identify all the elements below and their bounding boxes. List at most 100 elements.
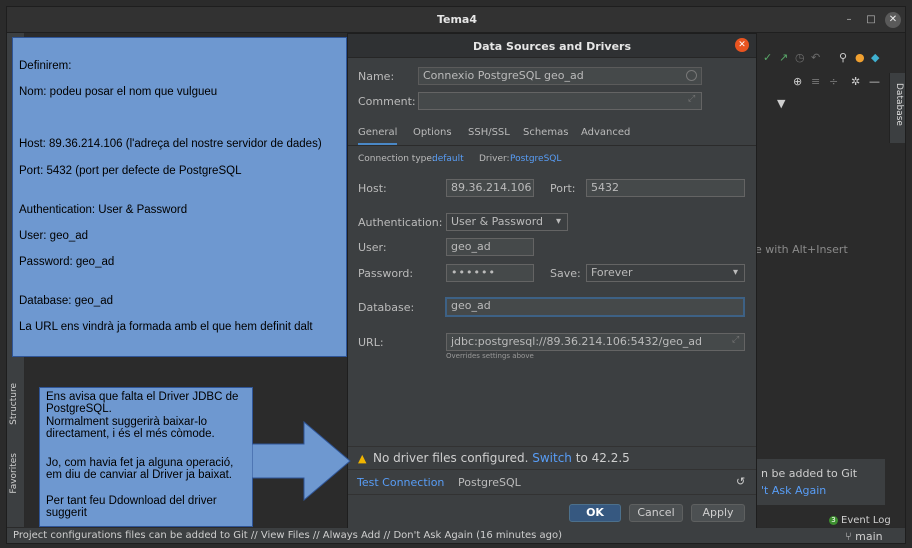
- tab-advanced[interactable]: Advanced: [581, 127, 630, 138]
- structure-tab[interactable]: Structure: [9, 383, 19, 425]
- apply-button[interactable]: Apply: [691, 504, 745, 522]
- comment-label: Comment:: [358, 95, 416, 108]
- database-side-tab[interactable]: Database: [889, 73, 905, 143]
- authentication-select[interactable]: User & Password: [446, 213, 568, 231]
- port-input[interactable]: 5432: [586, 179, 745, 197]
- minimize-button[interactable]: –: [841, 12, 857, 28]
- port-label: Port:: [550, 182, 576, 195]
- host-input[interactable]: 89.36.214.106: [446, 179, 534, 197]
- gear-icon[interactable]: ✲: [851, 75, 860, 88]
- test-connection-link[interactable]: Test Connection: [357, 476, 444, 489]
- authentication-label: Authentication:: [358, 216, 443, 229]
- right-toolbar: ↙ ✓ ↗ ◷ ↶ ⚲ ● ◆: [747, 51, 897, 71]
- dialog-titlebar: Data Sources and Drivers ✕: [348, 34, 756, 58]
- annotation-line: La URL ens vindrà ja formada amb el que …: [19, 321, 313, 333]
- name-input[interactable]: Connexio PostgreSQL geo_ad: [418, 67, 702, 85]
- dialog-title: Data Sources and Drivers: [472, 40, 632, 53]
- annotation-line: Jo, com havia fet ja alguna operació, em…: [46, 457, 234, 481]
- annotation-line: Nom: podeu posar el nom que vulgueu: [19, 86, 218, 98]
- annotation-line: Password: geo_ad: [19, 256, 115, 268]
- branch-icon: ⑂: [845, 530, 856, 543]
- git-notification: n be added to Git 't Ask Again: [757, 459, 885, 505]
- user-label: User:: [358, 241, 387, 254]
- annotation-line: Normalment suggerirà baixar-lo directame…: [46, 416, 215, 440]
- annotation-box-settings: Definirem: Nom: podeu posar el nom que v…: [12, 37, 347, 357]
- event-log-count: 3: [829, 515, 838, 525]
- event-log-label: Event Log: [841, 515, 891, 526]
- url-input[interactable]: jdbc:postgresql://89.36.214.106:5432/geo…: [446, 333, 745, 351]
- event-log[interactable]: 3 Event Log: [829, 515, 891, 526]
- globe-icon[interactable]: ⊕: [793, 75, 802, 88]
- hide-icon[interactable]: —: [869, 75, 880, 88]
- git-branch[interactable]: ⑂ main: [845, 530, 883, 543]
- status-text[interactable]: Project configurations files can be adde…: [13, 530, 562, 541]
- warning-message: No driver files configured. Switch to 42…: [373, 451, 630, 465]
- annotation-line: Database: geo_ad: [19, 295, 113, 307]
- driver-link[interactable]: PostgreSQL: [510, 154, 561, 164]
- expand-comment-icon[interactable]: ⤢: [688, 94, 695, 104]
- dialog-bottom-bar: Test Connection PostgreSQL ↺: [348, 470, 756, 494]
- tab-general[interactable]: General: [358, 127, 398, 145]
- comment-input[interactable]: [418, 92, 702, 110]
- branch-label: main: [855, 530, 883, 543]
- tab-ssh-ssl[interactable]: SSH/SSL: [468, 127, 510, 138]
- annotation-line: Port: 5432 (port per defecte de PostgreS…: [19, 165, 242, 177]
- push-icon[interactable]: ↗: [779, 51, 788, 64]
- database-input[interactable]: geo_ad: [445, 297, 745, 317]
- check-icon[interactable]: ✓: [763, 51, 772, 64]
- annotation-line: User: geo_ad: [19, 230, 89, 242]
- name-label: Name:: [358, 70, 395, 83]
- window-titlebar: Tema4 – □ ✕: [7, 7, 905, 33]
- dialog-tabs: General Options SSH/SSL Schemas Advanced: [348, 122, 756, 146]
- update-icon[interactable]: ●: [855, 51, 865, 64]
- status-bar: Project configurations files can be adde…: [7, 527, 905, 543]
- ok-button[interactable]: OK: [569, 504, 621, 522]
- warning-text: No driver files configured.: [373, 451, 529, 465]
- database-label: Database:: [358, 301, 415, 314]
- password-label: Password:: [358, 267, 414, 280]
- plugin-icon[interactable]: ◆: [871, 51, 879, 64]
- window-close-button[interactable]: ✕: [885, 12, 901, 28]
- annotation-line: Ens avisa que falta el Driver JDBC de Po…: [46, 391, 239, 415]
- connection-type-link[interactable]: default: [432, 154, 464, 164]
- background-hint: e with Alt+Insert: [755, 243, 848, 256]
- data-sources-dialog: Data Sources and Drivers ✕ Name: Connexi…: [347, 33, 757, 528]
- annotation-box-driver: Ens avisa que falta el Driver JDBC de Po…: [39, 387, 253, 527]
- driver-warning: ▲ No driver files configured. Switch to …: [348, 446, 756, 470]
- driver-name: PostgreSQL: [458, 476, 521, 489]
- undo-icon[interactable]: ↶: [811, 51, 820, 64]
- dont-ask-again-link[interactable]: 't Ask Again: [761, 484, 826, 497]
- expand-url-icon[interactable]: ⤢: [732, 335, 739, 345]
- annotation-line: Definirem:: [19, 60, 72, 72]
- notification-text: n be added to Git: [761, 467, 858, 480]
- favorites-tab[interactable]: Favorites: [9, 453, 19, 494]
- dialog-buttons: OK Cancel Apply: [348, 494, 756, 528]
- annotation-line: Host: 89.36.214.106 (l'adreça del nostre…: [19, 138, 322, 150]
- user-input[interactable]: geo_ad: [446, 238, 534, 256]
- history-icon[interactable]: ◷: [795, 51, 805, 64]
- save-label: Save:: [550, 267, 581, 280]
- database-toolbar: ⊕ ≡ ÷ ✲ —: [787, 75, 897, 93]
- cancel-button[interactable]: Cancel: [629, 504, 683, 522]
- password-input[interactable]: ••••••: [446, 264, 534, 282]
- host-label: Host:: [358, 182, 387, 195]
- reset-icon[interactable]: ↺: [736, 475, 745, 488]
- annotation-line: Per tant feu Ddownload del driver sugger…: [46, 495, 217, 519]
- dialog-close-button[interactable]: ✕: [735, 38, 749, 52]
- save-select[interactable]: Forever: [586, 264, 745, 282]
- annotation-arrow: [252, 420, 351, 502]
- maximize-button[interactable]: □: [863, 12, 879, 28]
- collapse-icon[interactable]: ÷: [829, 75, 838, 88]
- tab-schemas[interactable]: Schemas: [523, 127, 568, 138]
- driver-label: Driver:: [479, 154, 510, 164]
- switch-driver-link[interactable]: Switch: [532, 451, 572, 465]
- annotation-line: Authentication: User & Password: [19, 204, 188, 216]
- tab-options[interactable]: Options: [413, 127, 452, 138]
- color-picker-icon[interactable]: [686, 70, 697, 81]
- window-title: Tema4: [436, 13, 478, 26]
- filter-icon[interactable]: ▼: [777, 97, 785, 110]
- expand-icon[interactable]: ≡: [811, 75, 820, 88]
- url-label: URL:: [358, 336, 384, 349]
- warning-suffix: to 42.2.5: [575, 451, 630, 465]
- search-icon[interactable]: ⚲: [839, 51, 847, 64]
